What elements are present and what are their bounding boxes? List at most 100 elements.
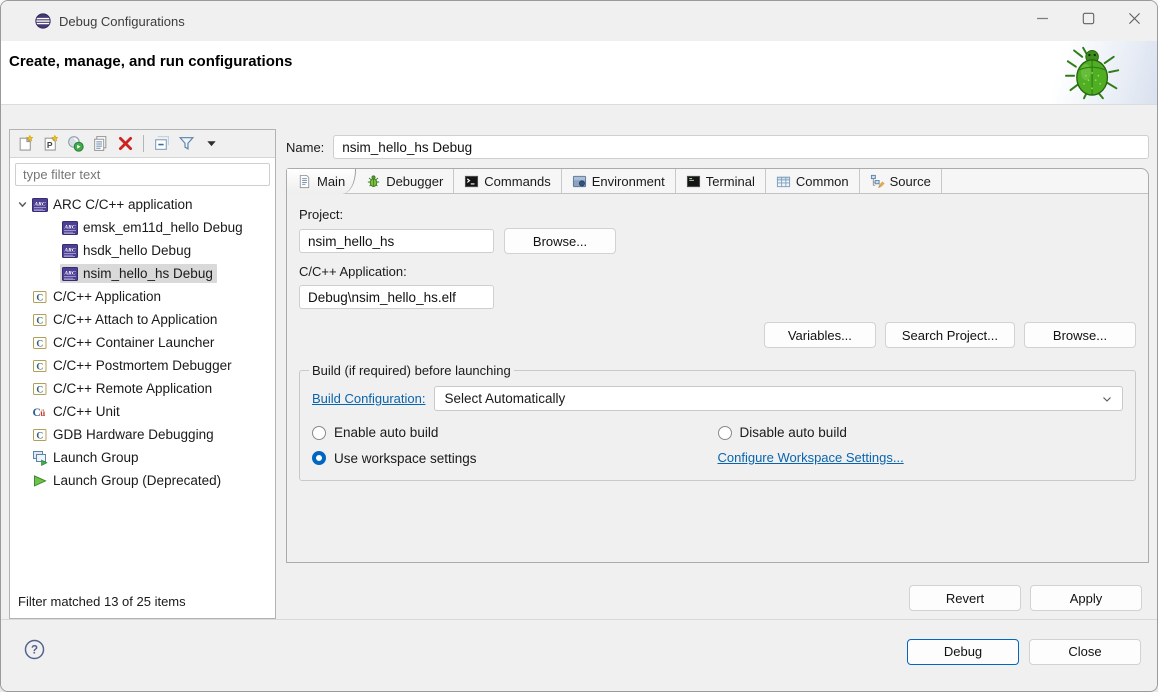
tree-item-hsdk-hello-debug[interactable]: ARChsdk_hello Debug: [10, 239, 275, 262]
tree-item-c-c-remote-application[interactable]: CC/C++ Remote Application: [10, 377, 275, 400]
tab-label: Debugger: [386, 174, 443, 189]
revert-apply-row: Revert Apply: [286, 585, 1149, 611]
name-row: Name:: [286, 135, 1149, 159]
new-prototype-icon: P: [42, 135, 59, 152]
commands-tab-icon: [464, 174, 479, 189]
tree-item-launch-group-deprecated[interactable]: Launch Group (Deprecated): [10, 469, 275, 492]
tab-main[interactable]: Main: [287, 169, 356, 194]
collapse-all-icon: [153, 135, 170, 152]
project-browse-button[interactable]: Browse...: [504, 228, 616, 254]
configurations-panel: P ARCARC C/C++ applicationARCemsk_em11d_…: [9, 129, 276, 619]
arc-icon: ARC: [62, 267, 78, 281]
menu-dropdown-button[interactable]: [200, 132, 223, 155]
filter-status-text: Filter matched 13 of 25 items: [10, 587, 275, 618]
tree-item-nsim-hello-hs-debug[interactable]: ARCnsim_hello_hs Debug: [10, 262, 275, 285]
radio-option-use-workspace-settings[interactable]: Use workspace settings: [312, 451, 718, 466]
tree-item-c-c-application[interactable]: C C/C++ Application: [10, 285, 275, 308]
minimize-button[interactable]: [1019, 1, 1065, 41]
build-configuration-value: Select Automatically: [444, 391, 565, 406]
dialog-body: P ARCARC C/C++ applicationARCemsk_em11d_…: [1, 106, 1157, 619]
chevron-down-icon: [1101, 393, 1113, 405]
tab-terminal[interactable]: Terminal: [676, 169, 766, 193]
application-action-buttons: Variables... Search Project... Browse...: [299, 322, 1136, 348]
svg-text:ü: ü: [40, 408, 45, 418]
configure-workspace-settings-link[interactable]: Configure Workspace Settings...: [718, 450, 904, 465]
filter-input[interactable]: [15, 163, 270, 186]
radio-option-enable-auto-build[interactable]: Enable auto build: [312, 425, 718, 440]
application-input[interactable]: [299, 285, 494, 309]
tree-item-label: GDB Hardware Debugging: [53, 427, 214, 442]
dialog-close-button[interactable]: Close: [1029, 639, 1141, 665]
toolbar-separator: [143, 135, 144, 152]
filter-field-wrap: [15, 163, 270, 186]
apply-button[interactable]: Apply: [1030, 585, 1142, 611]
title-bar: Debug Configurations: [1, 1, 1157, 41]
browse-button[interactable]: Browse...: [1024, 322, 1136, 348]
close-button[interactable]: [1111, 1, 1157, 41]
tree-item-c-c-postmortem-debugger[interactable]: C C/C++ Postmortem Debugger: [10, 354, 275, 377]
c-app-icon: C: [32, 289, 48, 305]
tree-item-label: C/C++ Postmortem Debugger: [53, 358, 232, 373]
tree-item-label: C/C++ Container Launcher: [53, 335, 214, 350]
tree-item-c-c-container-launcher[interactable]: CC/C++ Container Launcher: [10, 331, 275, 354]
tab-bar: Main Debugger CommandsEnvironment Terminal C…: [287, 169, 1148, 194]
radio-disable-auto-build[interactable]: [718, 426, 732, 440]
new-configuration-button[interactable]: [14, 132, 37, 155]
tab-label: Terminal: [706, 174, 755, 189]
project-input[interactable]: [299, 229, 494, 253]
build-configuration-link[interactable]: Build Configuration:: [312, 391, 425, 406]
variables-button[interactable]: Variables...: [764, 322, 876, 348]
delete-configuration-icon: [117, 135, 134, 152]
terminal-tab-icon: [686, 174, 701, 189]
export-configurations-button[interactable]: [64, 132, 87, 155]
tree-item-c-c-attach-to-application[interactable]: C C/C++ Attach to Application: [10, 308, 275, 331]
debug-button[interactable]: Debug: [907, 639, 1019, 665]
tree-item-emsk-em11d-hello-debug[interactable]: ARCemsk_em11d_hello Debug: [10, 216, 275, 239]
radio-option-disable-auto-build[interactable]: Disable auto build: [718, 425, 1124, 440]
tree-item-launch-group[interactable]: Launch Group: [10, 446, 275, 469]
tab-source[interactable]: Source: [860, 169, 942, 193]
window-controls: [1019, 1, 1157, 41]
window-title: Debug Configurations: [59, 14, 185, 29]
tab-debugger[interactable]: Debugger: [356, 169, 454, 193]
new-prototype-button[interactable]: P: [39, 132, 62, 155]
minimize-icon: [1036, 12, 1049, 30]
source-tab-icon: [870, 174, 885, 189]
main-tab-content: Project: Browse... C/C++ Application: Va…: [287, 194, 1148, 562]
eclipse-logo-icon: [35, 13, 51, 29]
svg-text:C: C: [36, 362, 43, 372]
c-app-icon: C: [32, 312, 48, 328]
duplicate-configuration-button[interactable]: [89, 132, 112, 155]
delete-configuration-button[interactable]: [114, 132, 137, 155]
tree-item-c-c-unit[interactable]: CüC/C++ Unit: [10, 400, 275, 423]
filter-configurations-button[interactable]: [175, 132, 198, 155]
search-project-button[interactable]: Search Project...: [885, 322, 1015, 348]
arc-icon: ARC: [62, 244, 78, 258]
build-configuration-select[interactable]: Select Automatically: [434, 386, 1123, 411]
tree-item-label: C/C++ Application: [53, 289, 161, 304]
tab-label: Common: [796, 174, 849, 189]
name-input[interactable]: [333, 135, 1149, 159]
svg-text:C: C: [36, 293, 43, 303]
expand-chevron-icon[interactable]: [14, 199, 30, 210]
tab-commands[interactable]: Commands: [454, 169, 561, 193]
new-configuration-icon: [17, 135, 34, 152]
radio-use-workspace-settings[interactable]: [312, 451, 326, 465]
tree-item-arc-c-c-application[interactable]: ARCARC C/C++ application: [10, 193, 275, 216]
tree-item-label: ARC C/C++ application: [53, 197, 193, 212]
tree-item-label: Launch Group: [53, 450, 139, 465]
c-app-icon: C: [32, 358, 48, 374]
dialog-header: Create, manage, and run configurations: [1, 41, 1157, 105]
tree-item-gdb-hardware-debugging[interactable]: CGDB Hardware Debugging: [10, 423, 275, 446]
configuration-detail-panel: Name: Main Debugger CommandsEnvironment Ter…: [286, 129, 1149, 619]
maximize-button[interactable]: [1065, 1, 1111, 41]
tab-environment[interactable]: Environment: [562, 169, 676, 193]
tree-item-label: C/C++ Attach to Application: [53, 312, 217, 327]
menu-dropdown-icon: [206, 138, 217, 149]
tab-common[interactable]: Common: [766, 169, 860, 193]
tree-item-label: C/C++ Remote Application: [53, 381, 212, 396]
revert-button[interactable]: Revert: [909, 585, 1021, 611]
help-button[interactable]: ?: [22, 640, 46, 664]
collapse-all-button[interactable]: [150, 132, 173, 155]
radio-enable-auto-build[interactable]: [312, 426, 326, 440]
